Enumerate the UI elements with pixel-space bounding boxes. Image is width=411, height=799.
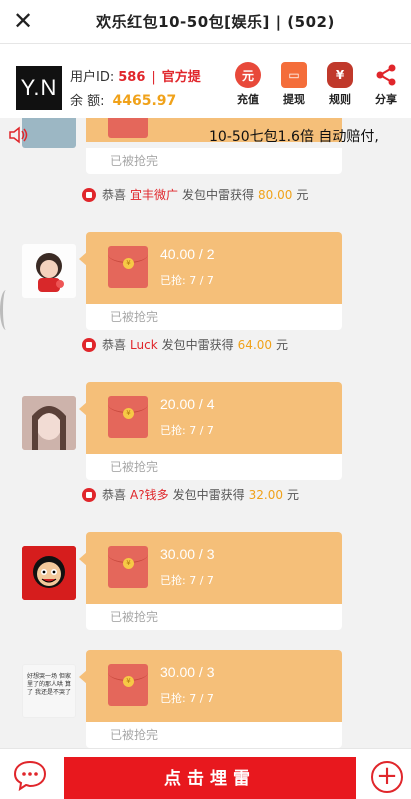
recharge-label: 充值 bbox=[237, 93, 259, 106]
rules-label: 规则 bbox=[329, 93, 351, 106]
page-title: 欢乐红包10-50包[娱乐] | (502) bbox=[96, 13, 335, 31]
notice-unit: 元 bbox=[286, 488, 299, 502]
announcement-marquee: 10-50七包1.6倍 自动赔付, bbox=[0, 118, 411, 152]
share-label: 分享 bbox=[375, 93, 397, 106]
marquee-text: 10-50七包1.6倍 自动赔付, bbox=[209, 129, 379, 145]
recharge-button[interactable]: 元 充值 bbox=[229, 62, 267, 107]
packet-amount: 40.00 / 2 bbox=[160, 246, 215, 262]
share-icon bbox=[373, 62, 399, 88]
rules-button[interactable]: ¥ 规则 bbox=[321, 62, 359, 107]
notice-user: 宜丰微广 bbox=[130, 188, 179, 202]
title-bar: ✕ 欢乐红包10-50包[娱乐] | (502) bbox=[0, 0, 411, 44]
share-button[interactable]: 分享 bbox=[367, 62, 405, 107]
red-packet-card[interactable]: ¥ 30.00 / 3 已抢: 7 / 7 已被抢完 bbox=[79, 650, 342, 748]
notice-user: A?钱多 bbox=[130, 488, 169, 502]
notice-text: 发包中雷获得 bbox=[161, 338, 234, 352]
packet-grabbed: 已抢: 7 / 7 bbox=[160, 424, 214, 437]
red-packet-card[interactable]: ¥ 40.00 / 2 已抢: 7 / 7 已被抢完 bbox=[79, 232, 342, 330]
user-id-row: 用户ID: 586 | 官方提 bbox=[70, 66, 201, 85]
red-packet-card-partial-bottom[interactable]: 已被抢完 bbox=[86, 148, 342, 174]
packet-amount: 30.00 / 3 bbox=[160, 664, 215, 680]
notice-user: Luck bbox=[130, 337, 158, 352]
packet-grabbed: 已抢: 7 / 7 bbox=[160, 692, 214, 705]
balance-value: 4465.97 bbox=[112, 93, 177, 109]
official-label: 官方提 bbox=[161, 70, 201, 85]
red-packet-badge-icon bbox=[82, 487, 96, 502]
envelope-icon: ¥ bbox=[108, 396, 148, 438]
notice-prefix: 恭喜 bbox=[102, 338, 127, 352]
notice-text: 发包中雷获得 bbox=[172, 488, 245, 502]
recharge-icon: 元 bbox=[235, 62, 261, 88]
balance-row: 余 额: 4465.97 bbox=[70, 90, 176, 109]
close-icon[interactable]: ✕ bbox=[10, 8, 36, 34]
packet-status: 已被抢完 bbox=[86, 148, 342, 174]
balance-label: 余 额: bbox=[70, 94, 105, 109]
envelope-icon: ¥ bbox=[108, 664, 148, 706]
place-mine-button[interactable]: 点击埋雷 bbox=[64, 757, 356, 799]
withdraw-button[interactable]: ▭ 提现 bbox=[275, 62, 313, 107]
sender-avatar[interactable] bbox=[22, 546, 76, 600]
sender-avatar[interactable] bbox=[22, 244, 76, 298]
action-bar: 元 充值 ▭ 提现 ¥ 规则 分享 bbox=[229, 62, 405, 107]
plus-icon[interactable]: + bbox=[371, 761, 403, 793]
win-notice: 恭喜 A?钱多 发包中雷获得 32.00 元 bbox=[82, 486, 299, 503]
red-packet-badge-icon bbox=[82, 337, 96, 352]
notice-prefix: 恭喜 bbox=[102, 488, 127, 502]
notice-prefix: 恭喜 bbox=[102, 188, 127, 202]
notice-text: 发包中雷获得 bbox=[182, 188, 255, 202]
sender-avatar[interactable] bbox=[22, 396, 76, 450]
user-avatar[interactable]: Y.N bbox=[16, 66, 62, 110]
bottom-bar: 点击埋雷 + bbox=[0, 748, 411, 799]
red-packet-badge-icon bbox=[82, 187, 96, 202]
sender-avatar[interactable]: 好想哭一场 但家里了的那人哄 算了 我还是不哭了 bbox=[22, 664, 76, 718]
red-packet-card[interactable]: ¥ 20.00 / 4 已抢: 7 / 7 已被抢完 bbox=[79, 382, 342, 480]
packet-amount: 20.00 / 4 bbox=[160, 396, 215, 412]
packet-status: 已被抢完 bbox=[86, 604, 342, 630]
user-id-value: 586 bbox=[118, 70, 146, 85]
notice-amount: 80.00 bbox=[258, 187, 293, 202]
notice-amount: 32.00 bbox=[248, 487, 283, 502]
envelope-icon: ¥ bbox=[108, 546, 148, 588]
separator: | bbox=[151, 70, 156, 85]
win-notice: 恭喜 Luck 发包中雷获得 64.00 元 bbox=[82, 336, 288, 353]
notice-amount: 64.00 bbox=[237, 337, 273, 352]
notice-unit: 元 bbox=[296, 188, 309, 202]
win-notice: 恭喜 宜丰微广 发包中雷获得 80.00 元 bbox=[82, 186, 308, 203]
envelope-icon: ¥ bbox=[108, 246, 148, 288]
money-bag-icon: ¥ bbox=[327, 62, 353, 88]
packet-status: 已被抢完 bbox=[86, 722, 342, 748]
red-packet-card[interactable]: ¥ 30.00 / 3 已抢: 7 / 7 已被抢完 bbox=[79, 532, 342, 630]
side-handle bbox=[0, 290, 12, 330]
user-id-label: 用户ID: bbox=[70, 70, 115, 85]
withdraw-icon: ▭ bbox=[281, 62, 307, 88]
speaker-icon bbox=[9, 126, 28, 144]
packet-status: 已被抢完 bbox=[86, 304, 342, 330]
notice-unit: 元 bbox=[276, 338, 289, 352]
packet-grabbed: 已抢: 7 / 7 bbox=[160, 274, 214, 287]
chat-icon[interactable] bbox=[12, 759, 48, 791]
packet-status: 已被抢完 bbox=[86, 454, 342, 480]
packet-grabbed: 已抢: 7 / 7 bbox=[160, 574, 214, 587]
withdraw-label: 提现 bbox=[283, 93, 305, 106]
packet-amount: 30.00 / 3 bbox=[160, 546, 215, 562]
